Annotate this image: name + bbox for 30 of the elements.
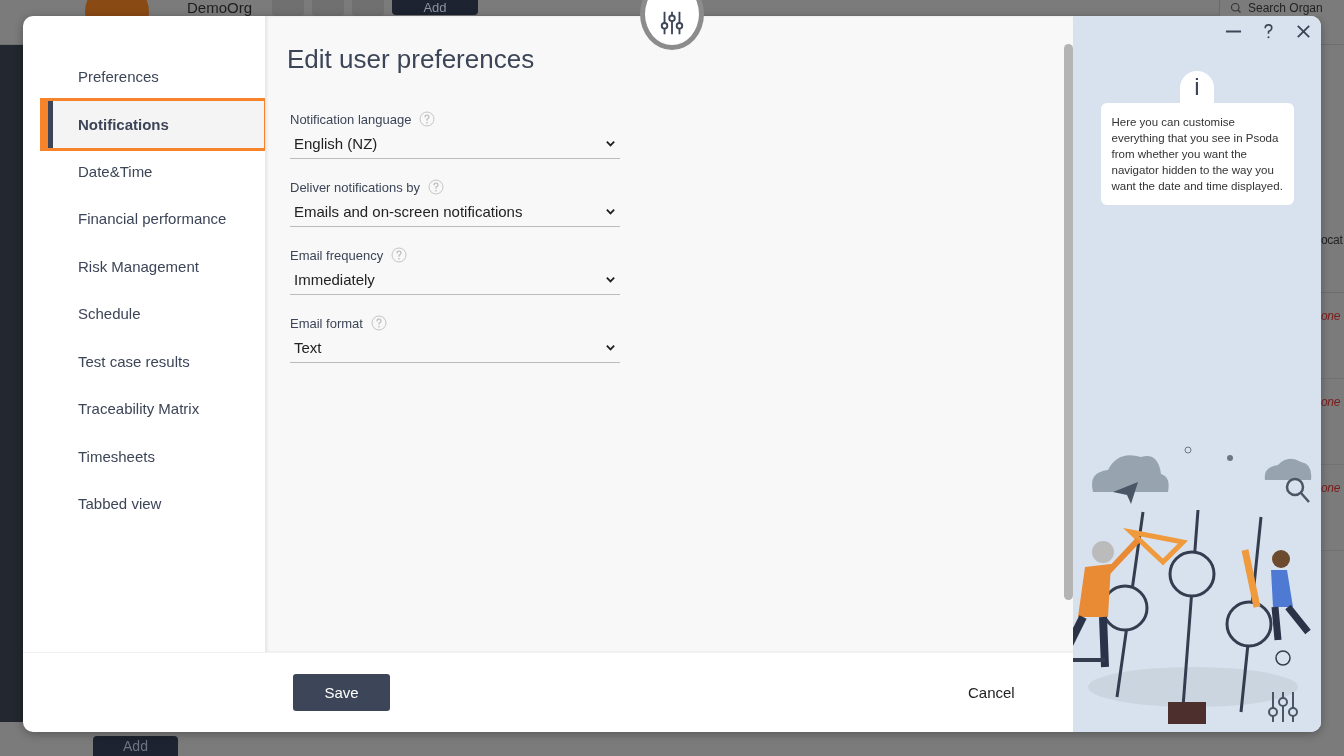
dropdown[interactable]: Emails and on-screen notifications: [290, 196, 620, 227]
info-mark: i: [1180, 71, 1214, 103]
field-label: Notification language: [290, 111, 412, 127]
field-label: Deliver notifications by: [290, 179, 421, 195]
scrollbar[interactable]: [1064, 44, 1073, 600]
dropdown[interactable]: Immediately: [290, 264, 620, 295]
sliders-icon: [658, 9, 686, 37]
nav-item[interactable]: Notifications: [40, 97, 267, 151]
organisation-name: DemoOrg: [187, 0, 253, 15]
nav-item[interactable]: Schedule: [23, 290, 265, 338]
dropdown[interactable]: English (NZ): [290, 128, 620, 159]
dialog-title: Edit user preferences: [287, 44, 536, 75]
nav-item[interactable]: Tabbed view: [23, 480, 265, 528]
toolbar-button[interactable]: [352, 0, 385, 16]
nav-item[interactable]: Timesheets: [23, 432, 265, 480]
info-text: Here you can customise everything that you see in Psoda from whether you want the navigator hidden to the way you want the date and time displayed.: [1100, 103, 1294, 205]
field-label: Email format: [290, 315, 363, 331]
add-button[interactable]: Add: [392, 0, 479, 15]
close-icon[interactable]: [1295, 23, 1312, 40]
dropdown[interactable]: Text: [290, 332, 620, 363]
nav-item[interactable]: Financial performance: [23, 195, 265, 243]
field-label: Email frequency: [290, 247, 384, 263]
nav-item[interactable]: Risk Management: [23, 242, 265, 290]
search-icon: [1230, 2, 1242, 14]
save-button[interactable]: Save: [293, 674, 390, 711]
nav-item[interactable]: Test case results: [23, 337, 265, 385]
nav-item[interactable]: Traceability Matrix: [23, 385, 265, 433]
toolbar-button[interactable]: [272, 0, 305, 16]
cancel-button[interactable]: Cancel: [968, 684, 1015, 701]
toolbar-button[interactable]: [312, 0, 345, 16]
